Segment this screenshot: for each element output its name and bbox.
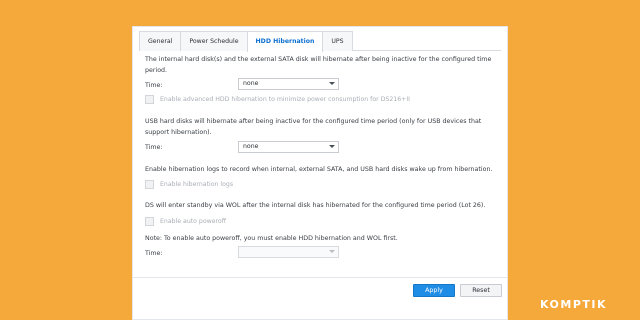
- tab-general[interactable]: General: [139, 31, 182, 51]
- hibernation-logs-row: Enable hibernation logs: [145, 180, 233, 189]
- advanced-hibernation-label: Enable advanced HDD hibernation to minim…: [160, 96, 410, 103]
- time-label-1: Time:: [145, 82, 163, 89]
- auto-poweroff-label: Enable auto poweroff: [160, 218, 226, 225]
- hibernation-logs-checkbox[interactable]: [145, 180, 154, 189]
- chevron-down-icon: [329, 82, 335, 85]
- tab-hdd-hibernation[interactable]: HDD Hibernation: [246, 31, 324, 52]
- chevron-down-icon: [329, 145, 335, 148]
- auto-poweroff-checkbox[interactable]: [145, 217, 154, 226]
- advanced-hibernation-checkbox[interactable]: [145, 95, 154, 104]
- auto-poweroff-row: Enable auto poweroff: [145, 217, 226, 226]
- hibernation-log-description: Enable hibernation logs to record when i…: [145, 166, 493, 173]
- internal-hibernation-time-select[interactable]: none: [238, 78, 339, 90]
- auto-poweroff-note: Note: To enable auto poweroff, you must …: [145, 235, 398, 242]
- tab-power-schedule[interactable]: Power Schedule: [180, 31, 248, 51]
- time-label-3: Time:: [145, 250, 163, 257]
- apply-button[interactable]: Apply: [413, 284, 455, 297]
- reset-button[interactable]: Reset: [460, 284, 502, 297]
- tab-ups[interactable]: UPS: [322, 31, 353, 51]
- poweroff-time-select[interactable]: [238, 246, 339, 258]
- usb-hibernation-time-select[interactable]: none: [238, 141, 339, 153]
- footer-bar: Apply Reset: [133, 277, 507, 319]
- internal-disk-description: The internal hard disk(s) and the extern…: [145, 56, 492, 74]
- hibernation-logs-label: Enable hibernation logs: [160, 181, 234, 188]
- advanced-hibernation-row: Enable advanced HDD hibernation to minim…: [145, 95, 410, 104]
- usb-hibernation-time-value: none: [243, 143, 259, 150]
- chevron-down-icon: [329, 250, 335, 253]
- brand-watermark: KOMPTIK: [540, 298, 608, 311]
- internal-hibernation-time-value: none: [243, 80, 259, 87]
- standby-description: DS will enter standby via WOL after the …: [145, 202, 486, 209]
- tab-bar: General Power Schedule HDD Hibernation U…: [139, 31, 501, 52]
- usb-disk-description: USB hard disks will hibernate after bein…: [145, 118, 482, 136]
- time-label-2: Time:: [145, 144, 163, 151]
- hdd-hibernation-panel: General Power Schedule HDD Hibernation U…: [132, 26, 508, 320]
